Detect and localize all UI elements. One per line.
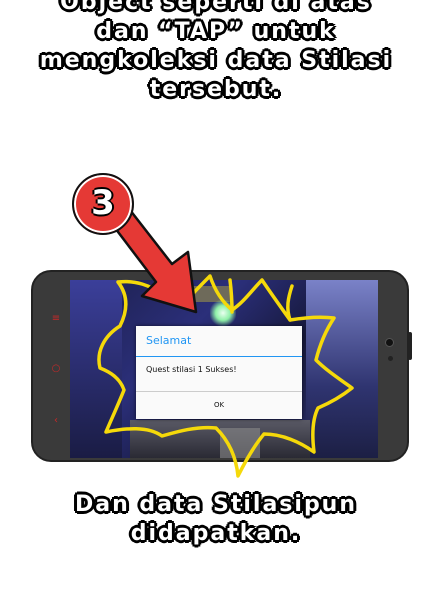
home-key-icon: ○ bbox=[51, 363, 61, 374]
stilasi-object-glow[interactable] bbox=[210, 300, 236, 326]
bottom-caption-line-1: Dan data Stilasipun bbox=[74, 492, 358, 517]
top-caption-line-4: tersebut. bbox=[149, 77, 283, 102]
top-caption: Object seperti di atas dan “TAP” untuk m… bbox=[0, 0, 432, 104]
top-caption-line-1: Object seperti di atas bbox=[60, 0, 372, 15]
sensor-icon bbox=[388, 356, 393, 361]
scene-right-pillar bbox=[306, 280, 378, 458]
top-caption-line-2: dan “TAP” untuk bbox=[96, 19, 336, 44]
success-dialog: Selamat Quest stilasi 1 Sukses! OK bbox=[136, 326, 302, 419]
bottom-caption-line-2: didapatkan. bbox=[130, 521, 302, 546]
scene-stone bbox=[220, 428, 260, 458]
front-camera-icon bbox=[385, 338, 394, 347]
dialog-title: Selamat bbox=[146, 334, 192, 347]
scene-left-wall bbox=[70, 280, 122, 458]
dialog-message: Quest stilasi 1 Sukses! bbox=[146, 365, 237, 374]
top-caption-line-3: mengkoleksi data Stilasi bbox=[39, 48, 393, 73]
step-number-badge: 3 bbox=[72, 173, 134, 235]
dialog-title-divider bbox=[136, 356, 302, 357]
bottom-caption: Dan data Stilasipun didapatkan. bbox=[0, 490, 432, 548]
power-button bbox=[408, 332, 412, 360]
menu-key-icon: ≡ bbox=[51, 313, 61, 324]
back-key-icon: ‹ bbox=[54, 415, 58, 426]
ok-button[interactable]: OK bbox=[136, 392, 302, 419]
